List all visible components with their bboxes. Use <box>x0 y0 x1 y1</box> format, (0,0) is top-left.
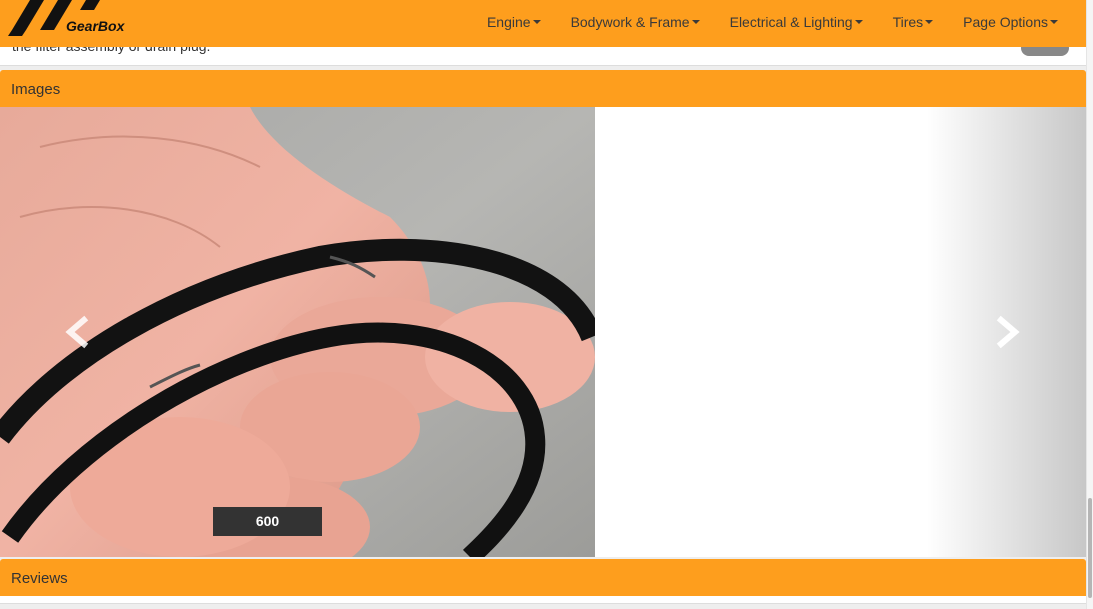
caret-down-icon <box>854 20 863 24</box>
nav-item-tires[interactable]: Tires <box>893 14 934 30</box>
carousel-prev-button[interactable] <box>58 312 98 352</box>
caret-down-icon <box>532 20 541 24</box>
nav-item-label: Electrical & Lighting <box>729 14 853 30</box>
nav-item-bodywork-frame[interactable]: Bodywork & Frame <box>571 14 700 30</box>
brand-name: GearBox <box>66 18 125 34</box>
images-section-title: Images <box>11 81 61 98</box>
caret-down-icon <box>925 20 934 24</box>
nav-item-engine[interactable]: Engine <box>487 14 541 30</box>
image-carousel: 600 <box>0 107 1086 557</box>
scrollbar-thumb[interactable] <box>1088 498 1092 598</box>
reviews-panel-body <box>0 596 1086 604</box>
nav-item-label: Page Options <box>963 14 1048 30</box>
nav-item-label: Tires <box>892 14 924 30</box>
images-panel-header: Images <box>0 70 1086 107</box>
nav-item-electrical-lighting[interactable]: Electrical & Lighting <box>730 14 863 30</box>
reviews-section-title: Reviews <box>11 570 68 587</box>
page-scrollbar[interactable] <box>1086 0 1093 609</box>
caret-down-icon <box>1050 20 1058 24</box>
chevron-right-icon <box>996 315 1020 349</box>
nav-item-label: Bodywork & Frame <box>570 14 690 30</box>
carousel-next-button[interactable] <box>987 312 1027 352</box>
reviews-panel-header[interactable]: Reviews <box>0 559 1086 596</box>
chevron-left-icon <box>65 315 89 349</box>
carousel-caption: 600 <box>213 507 322 536</box>
nav-menu: Engine Bodywork & Frame Electrical & Lig… <box>457 14 1058 30</box>
gearbox-logo[interactable]: GearBox <box>8 0 128 40</box>
top-navbar: GearBox Engine Bodywork & Frame Electric… <box>0 0 1086 47</box>
nav-item-page-options[interactable]: Page Options <box>963 14 1058 30</box>
caret-down-icon <box>691 20 700 24</box>
nav-item-label: Engine <box>486 14 531 30</box>
